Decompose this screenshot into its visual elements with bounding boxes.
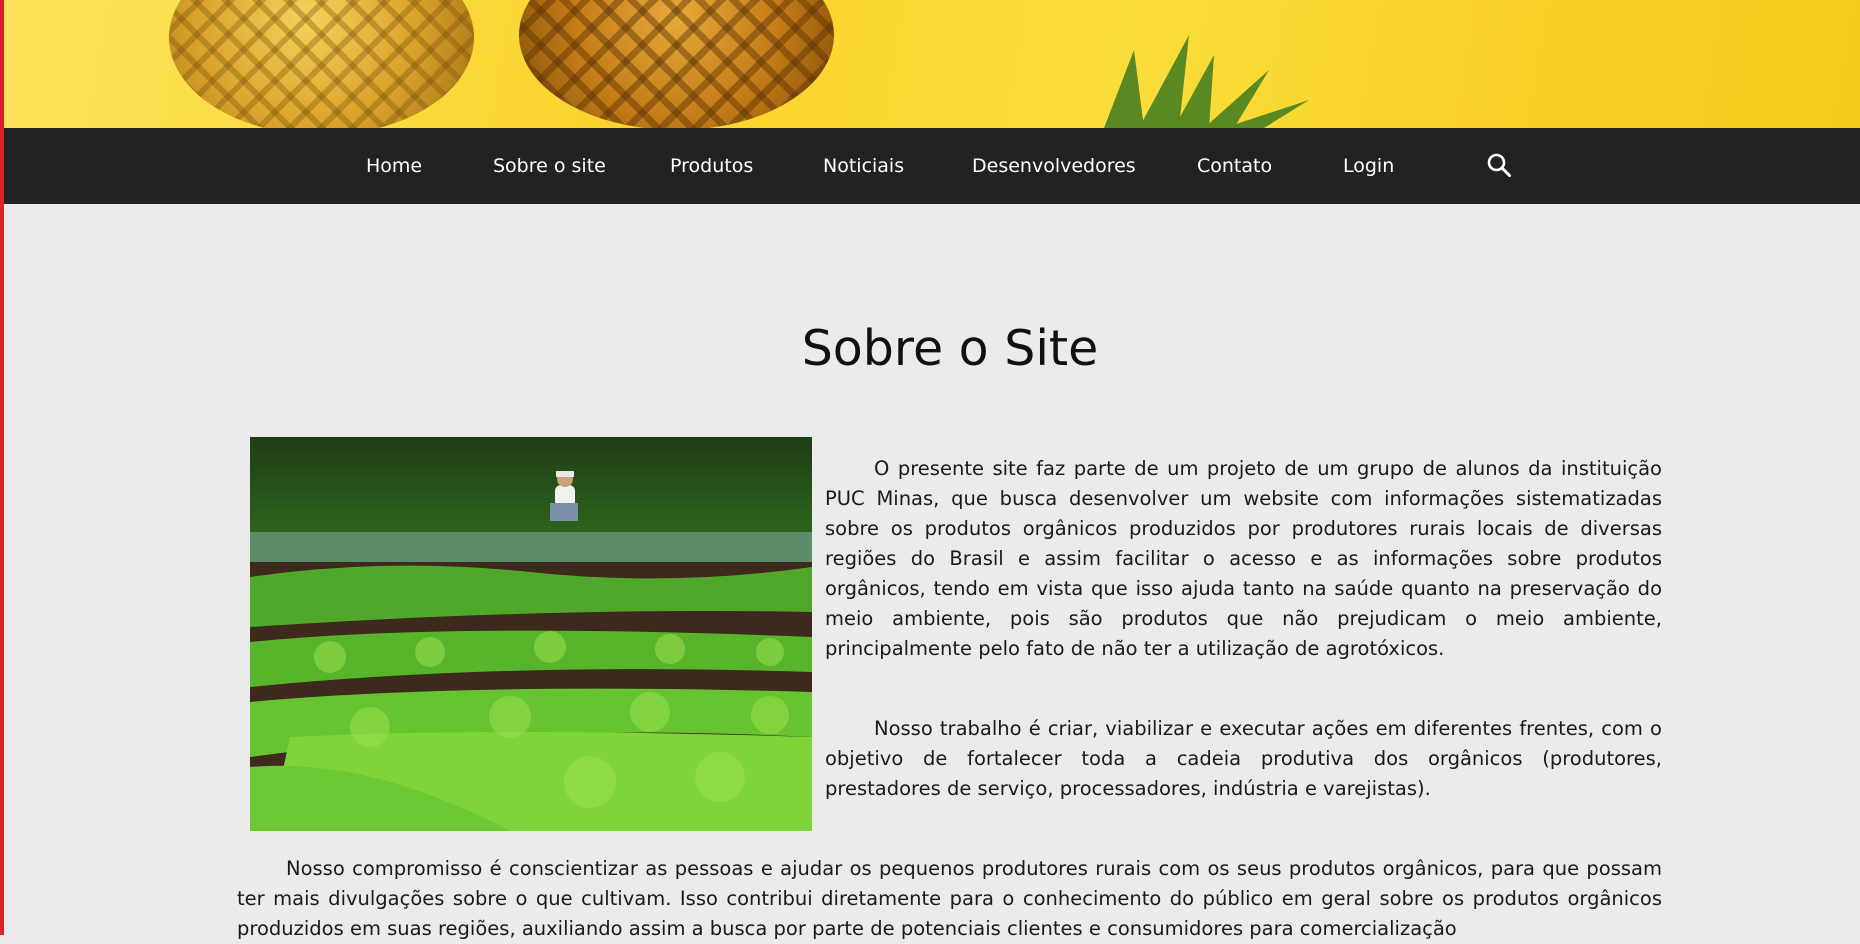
pineapple-image-center — [519, 0, 834, 128]
about-paragraph-2: Nosso trabalho é criar, viabilizar e exe… — [825, 717, 1662, 800]
pineapple-leaves-image — [1104, 35, 1309, 128]
search-icon[interactable] — [1486, 152, 1512, 178]
nav-login[interactable]: Login — [1343, 128, 1394, 204]
organic-farm-photo — [250, 437, 812, 831]
nav-desenvolvedores[interactable]: Desenvolvedores — [972, 128, 1136, 204]
header-banner — [4, 0, 1860, 128]
nav-home[interactable]: Home — [366, 128, 422, 204]
page-title: Sobre o Site — [801, 320, 1099, 377]
nav-contato[interactable]: Contato — [1197, 128, 1272, 204]
nav-noticiais[interactable]: Noticiais — [823, 128, 904, 204]
main-navbar: Home Sobre o site Produtos Noticiais Des… — [4, 128, 1860, 204]
about-paragraph-3: Nosso compromisso é conscientizar as pes… — [237, 857, 1662, 940]
nav-sobre-o-site[interactable]: Sobre o site — [493, 128, 606, 204]
nav-produtos[interactable]: Produtos — [670, 128, 753, 204]
pineapple-image-left — [169, 0, 474, 128]
about-paragraph-1: O presente site faz parte de um projeto … — [825, 457, 1662, 660]
